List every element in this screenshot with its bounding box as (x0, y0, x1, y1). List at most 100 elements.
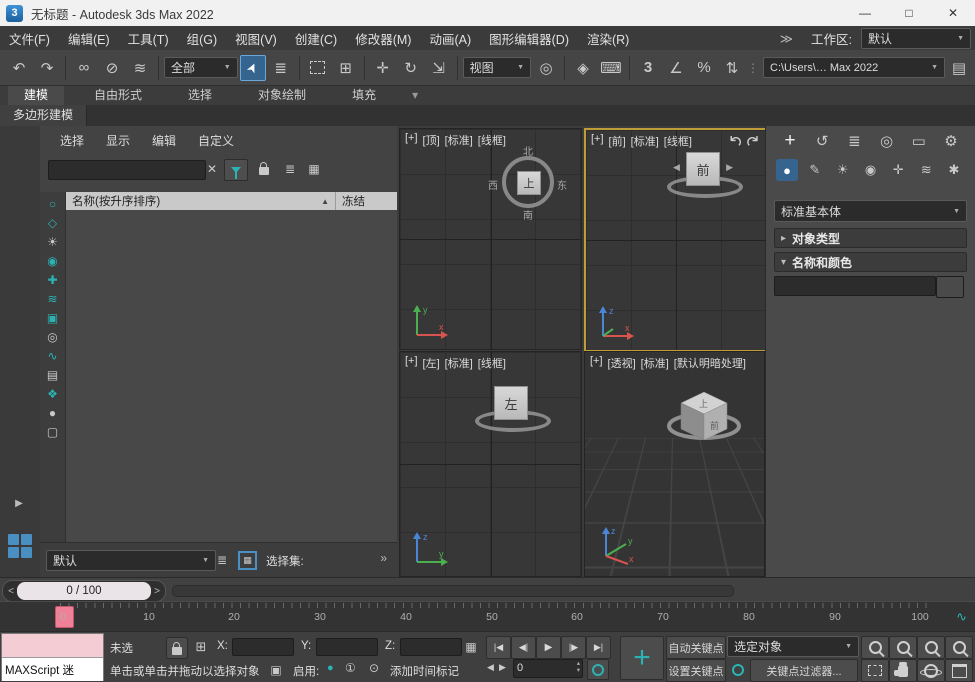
viewcube-compass[interactable]: 上 北 东 南 西 (495, 149, 561, 215)
macro-recorder-field[interactable] (2, 634, 103, 658)
project-folder-dropdown[interactable]: C:\Users\… Max 2022 ▼ (763, 57, 945, 78)
current-frame-field[interactable]: ▴ ▾ (513, 659, 583, 678)
hierarchy-tab-icon[interactable]: ≣ (842, 129, 866, 153)
display-tab-icon[interactable]: ▭ (907, 129, 931, 153)
window-crossing-icon[interactable]: ⊞ (333, 55, 359, 81)
unlink-icon[interactable]: ⊘ (99, 55, 125, 81)
display-filter-helpers-icon[interactable]: ✚ (47, 274, 57, 286)
viewport-shading-button[interactable]: [线框] (478, 355, 506, 371)
name-color-rollout[interactable]: ▾ 名称和颜色 (774, 252, 967, 272)
cameras-category-icon[interactable]: ◉ (859, 159, 881, 181)
display-filter-bones-icon[interactable]: ◎ (47, 331, 57, 343)
viewport-front-active[interactable]: [+] [前] [标准] [线框] 前 ◀ ▶ ↷ ↶ z x (584, 128, 767, 352)
display-filter-xrefs-icon[interactable]: ❖ (47, 388, 58, 400)
display-filter-cameras-icon[interactable]: ◉ (47, 255, 57, 267)
select-by-name-icon[interactable]: ≣ (268, 55, 294, 81)
display-filter-lights-icon[interactable]: ☀ (47, 236, 58, 248)
key-mode-toggle-button[interactable] (587, 659, 609, 680)
display-filter-frozen-icon[interactable]: ▢ (47, 426, 58, 438)
next-frame-button[interactable]: |▶ (561, 636, 586, 659)
maximize-viewport-toggle-button[interactable] (945, 659, 973, 682)
display-filter-containers-icon[interactable]: ∿ (47, 350, 57, 362)
info-icon[interactable]: ① (345, 661, 356, 675)
se-menu-display[interactable]: 显示 (106, 132, 130, 149)
spinner-down-icon[interactable]: ▾ (577, 667, 580, 674)
add-time-tag-button[interactable]: 添加时间标记 (390, 663, 459, 679)
viewport-shading-button[interactable]: [默认明暗处理] (674, 355, 746, 371)
project-folder-icon[interactable]: ▤ (949, 55, 969, 81)
menu-overflow-icon[interactable]: ≫ (771, 26, 802, 50)
sync-selection-icon[interactable]: ≣ (280, 159, 300, 179)
zoom-all-button[interactable] (889, 636, 917, 659)
selection-filter-dropdown[interactable]: 全部 ▼ (164, 57, 238, 78)
set-key-button[interactable]: 设置关键点 (666, 659, 726, 682)
viewcube[interactable]: 左 (469, 380, 555, 442)
clear-search-icon[interactable]: ✕ (202, 159, 222, 179)
geometry-category-icon[interactable]: ● (776, 159, 798, 181)
viewport-shading-button[interactable]: [线框] (478, 132, 506, 148)
viewport-view-button[interactable]: [透视] (608, 355, 636, 371)
previous-frame-button[interactable]: ◀| (511, 636, 536, 659)
viewport-view-button[interactable]: [顶] (423, 132, 440, 148)
viewcube-top-face[interactable]: 上 (517, 171, 541, 195)
viewcube[interactable]: 前 ◀ ▶ (661, 146, 747, 208)
utilities-tab-icon[interactable]: ⚙ (939, 129, 963, 153)
maximize-button[interactable]: □ (887, 0, 931, 26)
modify-tab-icon[interactable]: ↺ (810, 129, 834, 153)
viewport-menu-button[interactable]: [+] (405, 132, 418, 148)
undo-icon[interactable]: ↶ (6, 55, 32, 81)
viewport-pov-button[interactable]: [标准] (631, 133, 659, 149)
explorer-stack-icon[interactable]: ≣ (212, 550, 232, 570)
search-input[interactable] (48, 160, 206, 180)
frame-number-input[interactable] (514, 661, 570, 676)
selected-objects-dropdown[interactable]: 选定对象 ▼ (727, 636, 859, 657)
se-menu-select[interactable]: 选择 (60, 132, 84, 149)
minimize-button[interactable]: — (843, 0, 887, 26)
display-filter-shapes-icon[interactable]: ◇ (48, 217, 57, 229)
key-filters-button[interactable]: 关键点过滤器... (750, 659, 858, 682)
key-mode-next-icon[interactable]: ▶ (499, 662, 506, 673)
angle-snap-icon[interactable]: ∠ (663, 55, 689, 81)
object-name-input[interactable] (774, 276, 936, 296)
menu-group[interactable]: 组(G) (178, 26, 227, 50)
menu-views[interactable]: 视图(V) (226, 26, 286, 50)
column-chooser-icon[interactable]: ▦ (304, 159, 324, 179)
time-slider-prev-icon[interactable]: < (6, 584, 16, 598)
workspace-dropdown[interactable]: 默认 ▼ (861, 28, 971, 49)
play-button[interactable]: ▶ (536, 636, 561, 659)
mini-curve-editor-icon[interactable]: ∿ (956, 609, 967, 625)
ribbon-caret-icon[interactable]: ▾ (406, 86, 424, 105)
menu-graph-editors[interactable]: 图形编辑器(D) (480, 26, 578, 50)
snaps-toggle-3d-icon[interactable]: 3 (635, 55, 661, 81)
zoom-extents-button[interactable] (917, 636, 945, 659)
select-rotate-icon[interactable]: ↻ (398, 55, 424, 81)
viewport-menu-button[interactable]: [+] (405, 355, 418, 371)
geometry-type-dropdown[interactable]: 标准基本体 ▼ (774, 200, 967, 222)
z-coordinate-field[interactable] (400, 638, 462, 656)
y-coordinate-field[interactable] (316, 638, 378, 656)
grid-settings-icon[interactable]: ▦ (462, 637, 480, 657)
viewport-top[interactable]: [+] [顶] [标准] [线框] 上 北 东 南 西 y x (399, 128, 582, 350)
zoom-extents-all-button[interactable] (945, 636, 973, 659)
zoom-button[interactable] (861, 636, 889, 659)
systems-category-icon[interactable]: ✱ (943, 159, 965, 181)
display-filter-groups-icon[interactable]: ● (49, 407, 56, 419)
lights-category-icon[interactable]: ☀ (832, 159, 854, 181)
time-slider-track[interactable] (172, 585, 734, 597)
selection-lock-toggle[interactable] (166, 637, 188, 659)
use-pivot-center-icon[interactable]: ◎ (533, 55, 559, 81)
viewcube-arrow-left-icon[interactable]: ◀ (673, 162, 680, 173)
time-slider-widget[interactable]: < 0 / 100 > (2, 580, 166, 602)
reference-coordinate-dropdown[interactable]: 视图 ▼ (463, 57, 531, 78)
x-coordinate-field[interactable] (232, 638, 294, 656)
footer-overflow-icon[interactable]: » (380, 551, 387, 565)
close-button[interactable]: ✕ (931, 0, 975, 26)
scene-explorer-list[interactable] (66, 210, 397, 543)
ribbon-tab-freeform[interactable]: 自由形式 (78, 86, 158, 105)
viewcube-front-face[interactable]: 前 (686, 152, 720, 186)
auto-key-button[interactable]: 自动关键点 (666, 636, 726, 659)
shapes-category-icon[interactable]: ✎ (804, 159, 826, 181)
spinner-snap-icon[interactable]: ⇅ (719, 55, 745, 81)
viewport-menu-button[interactable]: [+] (590, 355, 603, 371)
viewport-shading-button[interactable]: [线框] (664, 133, 692, 149)
